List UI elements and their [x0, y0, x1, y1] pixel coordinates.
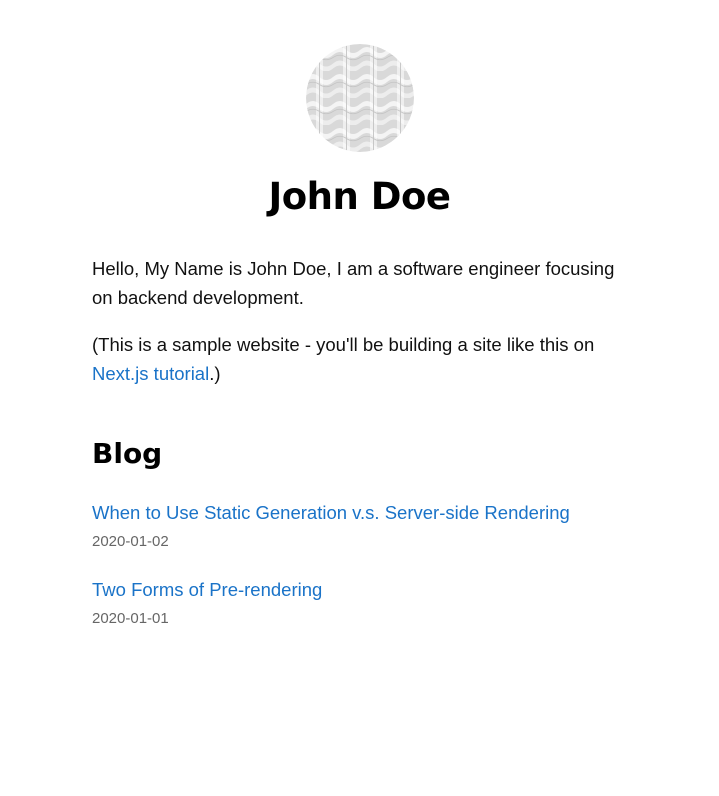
intro-section: Hello, My Name is John Doe, I am a softw…: [92, 254, 637, 406]
note-prefix: (This is a sample website - you'll be bu…: [92, 334, 595, 355]
blog-heading: Blog: [92, 437, 163, 470]
post-title-link[interactable]: Two Forms of Pre-rendering: [92, 577, 322, 603]
nextjs-tutorial-link[interactable]: Next.js tutorial: [92, 363, 209, 384]
tutorial-note: (This is a sample website - you'll be bu…: [92, 330, 637, 388]
post-date: 2020-01-01: [92, 610, 169, 627]
list-item: When to Use Static Generation v.s. Serve…: [92, 500, 570, 554]
blog-section: Blog When to Use Static Generation v.s. …: [92, 432, 637, 627]
list-item: Two Forms of Pre-rendering 2020-01-01: [92, 577, 322, 631]
page: John Doe Hello, My Name is John Doe, I a…: [0, 0, 719, 796]
post-title-link[interactable]: When to Use Static Generation v.s. Serve…: [92, 500, 570, 526]
note-suffix: .): [209, 363, 221, 384]
profile-avatar: [305, 44, 414, 152]
profile-name: John Doe: [268, 175, 451, 218]
bio-text: Hello, My Name is John Doe, I am a softw…: [92, 258, 615, 308]
profile-header: John Doe: [0, 44, 719, 220]
post-date: 2020-01-02: [92, 533, 169, 550]
